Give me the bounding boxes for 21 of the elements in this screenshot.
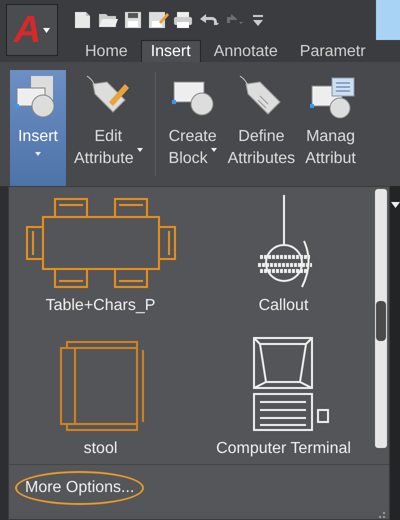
ribbon-button[interactable]: Insert <box>10 70 66 186</box>
caret-icon[interactable] <box>390 202 400 208</box>
ribbon-tab[interactable]: Home <box>76 40 137 62</box>
scrollbar[interactable] <box>375 189 387 448</box>
ribbon-tab[interactable]: Annotate <box>204 40 287 62</box>
more-options-button[interactable]: More Options... <box>15 471 144 505</box>
ribbon-tab[interactable]: Insert <box>140 40 201 62</box>
resize-grip-icon[interactable] <box>379 512 385 518</box>
floppy-pencil-icon[interactable] <box>147 10 169 30</box>
title-bar <box>376 0 400 40</box>
ribbon-button[interactable]: Edit Attribute <box>72 70 145 186</box>
block-gallery-item[interactable]: stool <box>9 336 192 464</box>
ribbon-button[interactable]: Create Block <box>166 70 220 186</box>
block-gallery-item[interactable]: Computer Terminal <box>192 336 375 464</box>
block-gallery-item[interactable]: Table+Chars_P <box>9 193 192 322</box>
ribbon-button[interactable]: Manag Attribut <box>303 70 358 186</box>
ribbon-button[interactable]: Define Attributes <box>226 70 298 186</box>
caret-icon <box>43 28 50 32</box>
block-gallery-item[interactable]: Callout <box>192 193 375 322</box>
printer-icon[interactable] <box>172 10 194 30</box>
ribbon-tab[interactable]: Parametr <box>290 40 375 62</box>
